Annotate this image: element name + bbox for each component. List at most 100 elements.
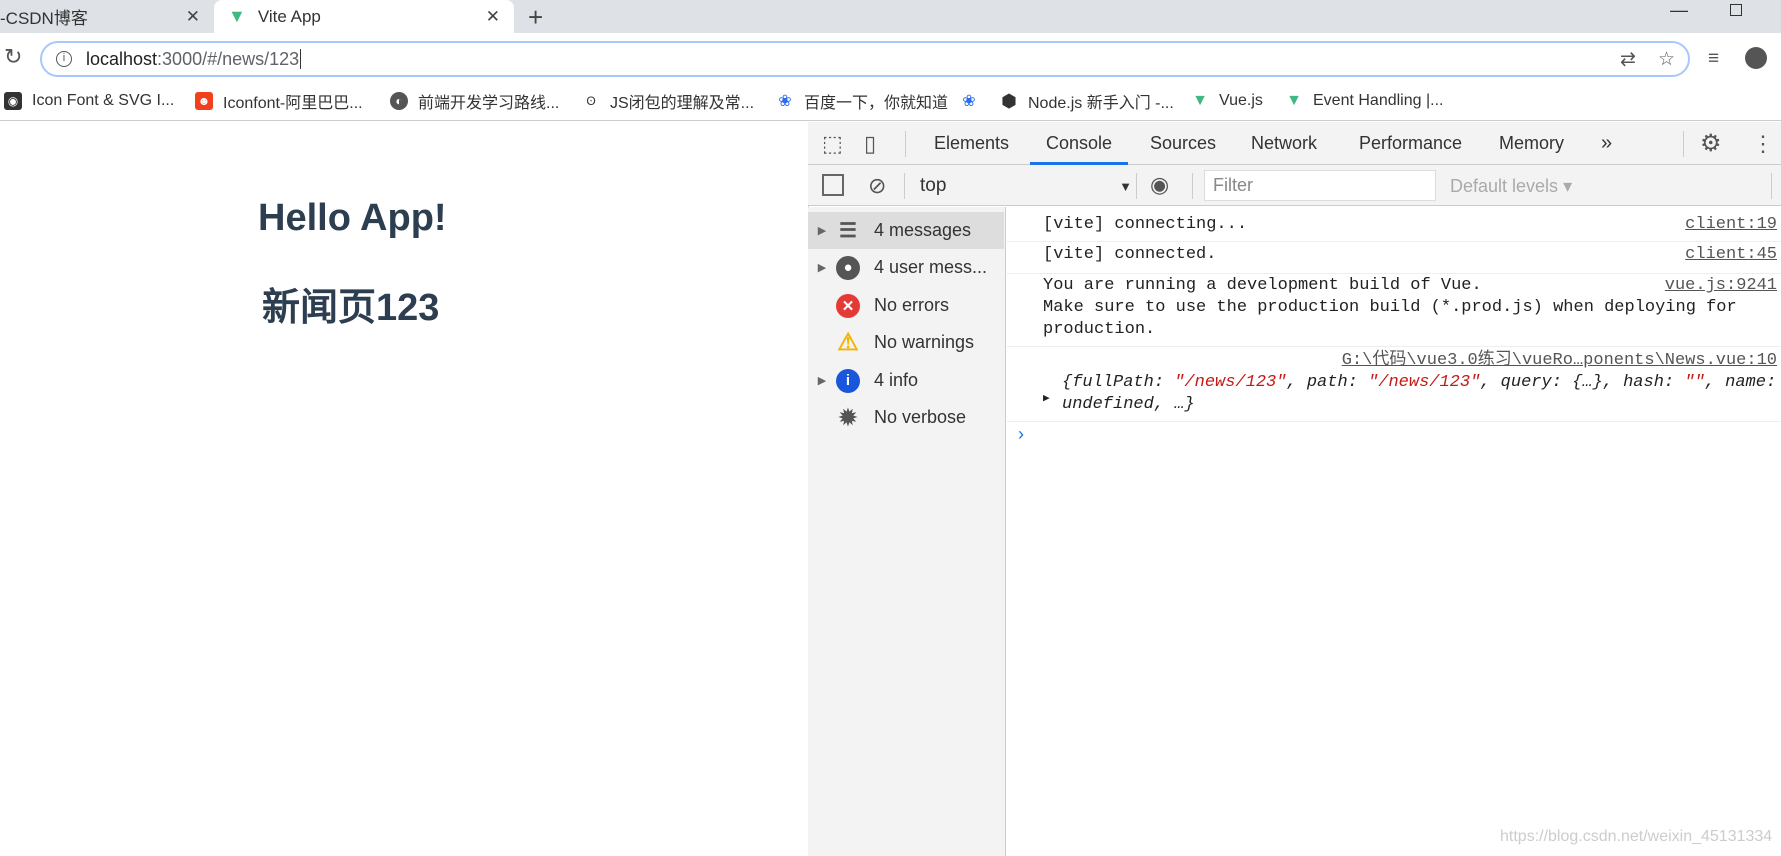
inspect-element-icon[interactable]: ⬚	[822, 122, 843, 165]
sidebar-item-info[interactable]: ▶ i 4 info	[808, 362, 1004, 399]
log-levels-dropdown[interactable]: Default levels ▾	[1450, 176, 1572, 197]
tab-sources[interactable]: Sources	[1150, 122, 1216, 165]
source-link[interactable]: client:45	[1685, 244, 1777, 266]
sidebar-item-user-messages[interactable]: ▶ ● 4 user mess...	[808, 249, 1004, 286]
sidebar-item-label: 4 info	[874, 370, 919, 390]
tab-csdn[interactable]: -CSDN博客 ✕	[0, 0, 214, 33]
tab-network[interactable]: Network	[1251, 122, 1317, 165]
baidu-paw-icon: ❀	[778, 93, 792, 110]
dropdown-arrow-icon: ▼	[1119, 179, 1132, 194]
expand-arrow-icon[interactable]: ▶	[1043, 388, 1050, 410]
bookmark-item[interactable]: ☻ Iconfont-阿里巴巴...	[195, 88, 363, 114]
vue-logo-icon: ▼	[1192, 92, 1208, 109]
text-cursor	[300, 49, 302, 69]
news-heading: 新闻页123	[262, 287, 440, 329]
bookmark-star-icon[interactable]: ☆	[1658, 48, 1675, 71]
user-icon: ●	[836, 255, 860, 280]
more-options-icon[interactable]: ⋮	[1752, 122, 1774, 165]
sidebar-item-messages[interactable]: ▶ ☰ 4 messages	[808, 212, 1004, 249]
tab-vite-app[interactable]: ▼ Vite App ✕	[214, 0, 514, 33]
error-icon: ✕	[836, 293, 860, 318]
tab-performance[interactable]: Performance	[1359, 122, 1462, 165]
divider	[1136, 173, 1137, 199]
bookmark-label: JS闭包的理解及常...	[610, 95, 755, 112]
sidebar-item-label: No verbose	[874, 407, 967, 427]
bookmark-item[interactable]: ▼ Event Handling |...	[1285, 88, 1443, 114]
bookmark-item[interactable]: ⬢ Node.js 新手入门 -...	[1000, 88, 1174, 114]
sidebar-item-warnings[interactable]: ⚠ No warnings	[808, 324, 1004, 361]
list-icon: ☰	[839, 220, 857, 242]
minimize-button[interactable]: —	[1670, 0, 1688, 21]
tab-memory[interactable]: Memory	[1499, 122, 1564, 165]
vue-logo-icon: ▼	[1286, 92, 1302, 109]
restore-button[interactable]	[1730, 4, 1742, 16]
divider	[905, 131, 906, 157]
console-message-object[interactable]: G:\代码\vue3.0练习\vueRo…ponents\News.vue:10…	[1007, 350, 1781, 422]
bookmark-item[interactable]: ◉ Icon Font & SVG I...	[4, 88, 174, 114]
sidebar-item-label: 4 user mess...	[874, 257, 988, 277]
more-tabs-icon[interactable]: »	[1601, 122, 1612, 165]
clear-console-icon[interactable]: ⊘	[868, 173, 886, 199]
media-control-icon[interactable]: ≡	[1708, 48, 1719, 70]
divider	[1771, 173, 1772, 199]
vue-logo-icon: ▼	[228, 6, 246, 26]
iconfont-alibaba-icon: ☻	[195, 92, 213, 110]
expand-arrow-icon[interactable]: ▶	[808, 374, 836, 387]
address-bar[interactable]: i localhost:3000/#/news/123	[40, 41, 1690, 77]
source-link[interactable]: client:19	[1685, 214, 1777, 236]
profile-avatar-icon[interactable]	[1745, 47, 1767, 69]
bookmark-label: 百度一下，你就知道	[804, 95, 949, 112]
source-link[interactable]: G:\代码\vue3.0练习\vueRo…ponents\News.vue:10	[1342, 350, 1777, 372]
message-text: Make sure to use the production build (*…	[1043, 298, 1737, 317]
url-path: :3000/#/news/123	[157, 48, 300, 69]
bookmark-label: Iconfont-阿里巴巴...	[223, 95, 363, 112]
device-toolbar-icon[interactable]: ▯	[864, 122, 876, 165]
sidebar-item-label: 4 messages	[874, 220, 972, 240]
console-message: [vite] connecting... client:19	[1007, 214, 1781, 242]
levels-label: Default levels	[1450, 176, 1559, 196]
tab-title: Vite App	[257, 6, 321, 26]
info-icon[interactable]: i	[56, 51, 72, 67]
expand-arrow-icon[interactable]: ▶	[808, 224, 836, 237]
translate-icon[interactable]: ⇄	[1620, 48, 1636, 71]
new-tab-button[interactable]: +	[528, 2, 543, 33]
bookmark-item[interactable]: ❀ 百度一下，你就知道	[776, 88, 948, 114]
close-tab-icon[interactable]: ✕	[186, 7, 200, 27]
divider	[1192, 173, 1193, 199]
bug-icon: ✹	[838, 404, 858, 430]
baidu-paw-icon: ❀	[962, 93, 976, 110]
filter-input[interactable]: Filter	[1204, 170, 1436, 201]
bookmark-label: 前端开发学习路线...	[418, 95, 560, 112]
page-title: Hello App!	[258, 197, 447, 239]
expand-arrow-icon[interactable]: ▶	[808, 261, 836, 274]
globe-icon: ◐	[390, 92, 408, 110]
watermark: https://blog.csdn.net/weixin_45131334	[1500, 828, 1773, 845]
bookmark-item[interactable]: ▼ Vue.js	[1191, 88, 1263, 114]
divider	[904, 173, 905, 199]
iconfont-svg-icon: ◉	[4, 92, 22, 110]
sidebar-item-verbose[interactable]: ✹ No verbose	[808, 399, 1004, 436]
bookmark-item[interactable]: ◐ 前端开发学习路线...	[390, 88, 559, 114]
tab-elements[interactable]: Elements	[934, 122, 1009, 165]
live-expression-eye-icon[interactable]: ◉	[1150, 172, 1169, 198]
console-prompt-icon[interactable]: ›	[1018, 424, 1024, 445]
warning-icon: ⚠	[837, 329, 859, 356]
source-link[interactable]: vue.js:9241	[1665, 275, 1777, 297]
console-message: [vite] connected. client:45	[1007, 244, 1781, 274]
cnode-icon: ⬢	[1001, 90, 1017, 111]
reload-icon[interactable]: ↻	[4, 44, 22, 70]
message-text: [vite] connected.	[1043, 245, 1217, 264]
close-tab-icon[interactable]: ✕	[486, 7, 500, 27]
bookmark-label: Icon Font & SVG I...	[32, 92, 175, 109]
bookmark-item[interactable]: ʘ JS闭包的理解及常...	[582, 88, 754, 114]
sidebar-item-label: No errors	[874, 295, 950, 315]
sidebar-toggle-icon[interactable]	[822, 174, 844, 196]
sidebar-item-errors[interactable]: ✕ No errors	[808, 287, 1004, 324]
settings-gear-icon[interactable]: ⚙	[1700, 122, 1722, 165]
message-text: undefined, …}	[1062, 395, 1195, 414]
bookmark-item[interactable]: ❀	[960, 88, 988, 114]
tab-console[interactable]: Console	[1030, 122, 1129, 165]
sidebar-item-label: No warnings	[874, 332, 975, 352]
context-selector[interactable]: top ▼	[920, 175, 1132, 197]
info-icon: i	[836, 368, 860, 393]
